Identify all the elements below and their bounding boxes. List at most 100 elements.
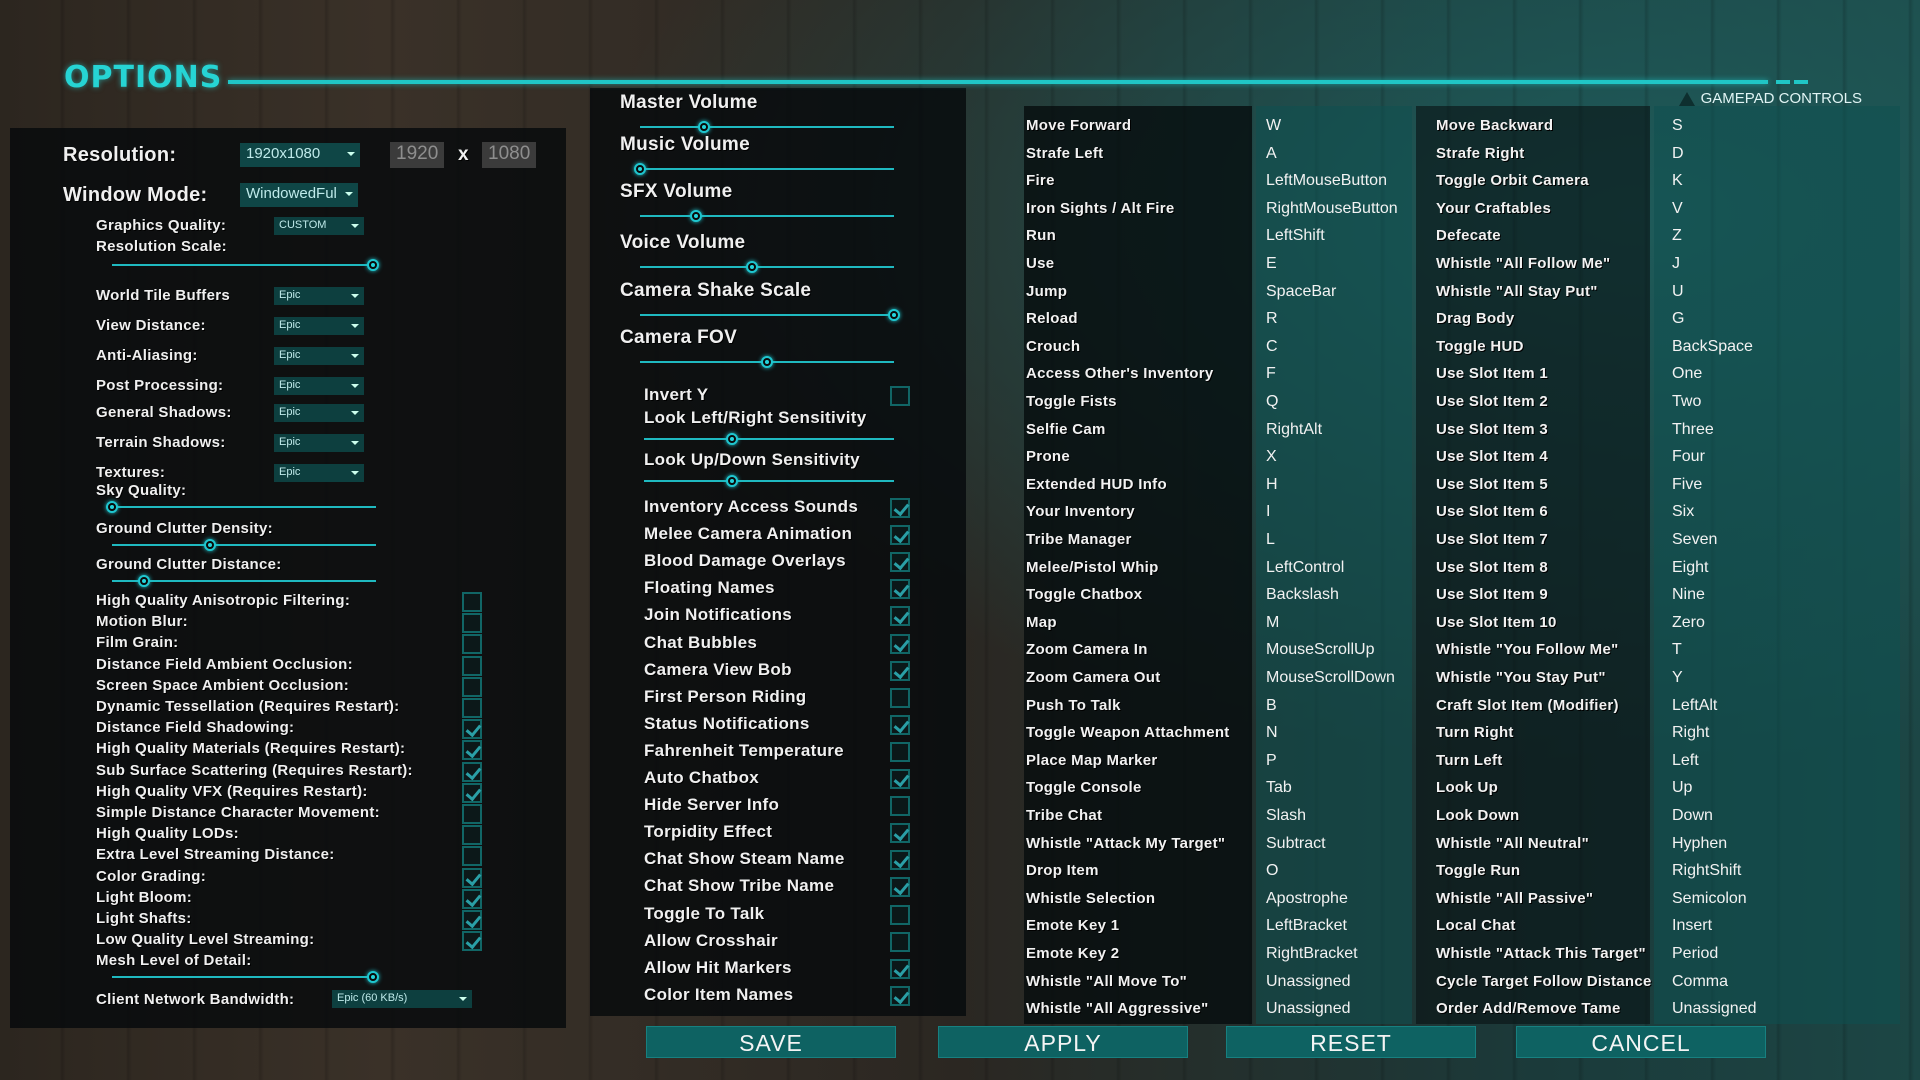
graphics-checkbox[interactable] (462, 910, 482, 930)
slider-knob[interactable] (888, 309, 900, 321)
keybind-key[interactable]: Four (1672, 448, 1705, 466)
keybind-key[interactable]: Period (1672, 945, 1718, 963)
keybind-key[interactable]: RightBracket (1266, 945, 1358, 963)
keybind-key[interactable]: Unassigned (1266, 1000, 1351, 1018)
graphics-checkbox[interactable] (462, 592, 482, 612)
keybind-key[interactable]: F (1266, 365, 1276, 383)
slider-knob[interactable] (137, 575, 150, 587)
keybind-key[interactable]: R (1266, 310, 1278, 328)
keybind-key[interactable]: Up (1672, 779, 1692, 797)
game-option-checkbox[interactable] (890, 931, 910, 952)
quality-setting-dropdown[interactable]: Epic (274, 287, 364, 305)
game-option-checkbox[interactable] (890, 985, 910, 1006)
graphics-checkbox[interactable] (462, 655, 482, 676)
game-option-checkbox[interactable] (890, 877, 910, 898)
keybind-key[interactable]: Slash (1266, 807, 1306, 825)
invert-y-checkbox[interactable] (890, 386, 910, 406)
keybind-key[interactable]: S (1672, 117, 1683, 135)
keybind-key[interactable]: RightShift (1672, 862, 1741, 880)
game-option-checkbox[interactable] (890, 958, 910, 979)
sensitivity-slider[interactable] (644, 433, 894, 445)
game-option-checkbox[interactable] (890, 904, 910, 925)
keybind-key[interactable]: LeftBracket (1266, 917, 1347, 935)
game-option-checkbox[interactable] (890, 552, 910, 573)
game-option-checkbox[interactable] (890, 714, 910, 735)
keybind-key[interactable]: Unassigned (1672, 1000, 1757, 1018)
audio-slider[interactable] (640, 210, 894, 222)
slider-knob[interactable] (725, 475, 738, 487)
graphics-checkbox[interactable] (462, 846, 482, 867)
game-option-checkbox[interactable] (890, 769, 910, 789)
game-option-checkbox[interactable] (890, 850, 910, 871)
resolution-dropdown[interactable]: 1920x1080 (240, 143, 360, 167)
keybind-key[interactable]: K (1672, 172, 1683, 190)
quality-setting-dropdown[interactable]: Epic (274, 434, 364, 452)
graphics-quality-dropdown[interactable]: CUSTOM (274, 217, 364, 235)
keybind-key[interactable]: Apostrophe (1266, 890, 1348, 908)
graphics-checkbox[interactable] (462, 804, 482, 824)
graphics-checkbox[interactable] (462, 931, 482, 952)
keybind-key[interactable]: Eight (1672, 559, 1708, 577)
quality-setting-dropdown[interactable]: Epic (274, 404, 364, 422)
keybind-key[interactable]: LeftControl (1266, 559, 1344, 577)
slider-knob[interactable] (761, 356, 773, 368)
keybind-key[interactable]: Two (1672, 393, 1701, 411)
quality-setting-dropdown[interactable]: Epic (274, 347, 364, 365)
keybind-key[interactable]: Tab (1266, 779, 1292, 797)
keybind-key[interactable]: Five (1672, 476, 1702, 494)
graphics-checkbox[interactable] (462, 867, 482, 888)
keybind-key[interactable]: L (1266, 531, 1275, 549)
save-button[interactable]: SAVE (646, 1026, 896, 1058)
keybind-key[interactable]: T (1672, 641, 1682, 659)
graphics-checkbox[interactable] (462, 613, 482, 634)
slider-knob[interactable] (725, 433, 738, 445)
game-option-checkbox[interactable] (890, 579, 910, 600)
slider-knob[interactable] (203, 539, 216, 551)
keybind-key[interactable]: C (1266, 338, 1278, 356)
apply-button[interactable]: APPLY (938, 1026, 1188, 1058)
game-option-checkbox[interactable] (890, 606, 910, 627)
keybind-key[interactable]: LeftAlt (1672, 697, 1717, 715)
gamepad-controls-tab[interactable]: GAMEPAD CONTROLS (1678, 90, 1862, 107)
resolution-width-field[interactable]: 1920 (390, 142, 445, 168)
graphics-slider[interactable] (112, 539, 376, 551)
quality-setting-dropdown[interactable]: Epic (274, 464, 364, 482)
game-option-checkbox[interactable] (890, 633, 910, 654)
quality-setting-dropdown[interactable]: Epic (274, 317, 364, 335)
keybind-key[interactable]: V (1672, 200, 1683, 218)
keybind-key[interactable]: X (1266, 448, 1277, 466)
keybind-key[interactable]: Left (1672, 752, 1699, 770)
audio-slider[interactable] (640, 309, 900, 321)
keybind-key[interactable]: Three (1672, 421, 1714, 439)
keybind-key[interactable]: W (1266, 117, 1281, 135)
keybind-key[interactable]: A (1266, 145, 1277, 163)
slider-knob[interactable] (634, 163, 646, 175)
keybind-key[interactable]: Q (1266, 393, 1278, 411)
keybind-key[interactable]: D (1672, 145, 1684, 163)
keybind-key[interactable]: SpaceBar (1266, 283, 1336, 301)
keybind-key[interactable]: Down (1672, 807, 1713, 825)
audio-slider[interactable] (640, 261, 894, 273)
game-option-checkbox[interactable] (890, 796, 910, 817)
keybind-key[interactable]: P (1266, 752, 1277, 770)
keybind-key[interactable]: H (1266, 476, 1278, 494)
keybind-key[interactable]: E (1266, 255, 1277, 273)
keybind-key[interactable]: Z (1672, 227, 1682, 245)
reset-button[interactable]: RESET (1226, 1026, 1476, 1058)
graphics-checkbox[interactable] (462, 719, 482, 740)
keybind-key[interactable]: MouseScrollUp (1266, 641, 1374, 659)
window-mode-dropdown[interactable]: WindowedFul (240, 183, 358, 207)
bandwidth-dropdown[interactable]: Epic (60 KB/s) (332, 990, 472, 1008)
keybind-key[interactable]: Subtract (1266, 835, 1326, 853)
graphics-checkbox[interactable] (462, 761, 482, 782)
keybind-key[interactable]: RightMouseButton (1266, 200, 1398, 218)
game-option-checkbox[interactable] (890, 823, 910, 844)
keybind-key[interactable]: Comma (1672, 973, 1728, 991)
graphics-checkbox[interactable] (462, 634, 482, 655)
keybind-key[interactable]: U (1672, 283, 1684, 301)
keybind-key[interactable]: LeftShift (1266, 227, 1325, 245)
slider-knob[interactable] (745, 261, 758, 273)
resolution-height-field[interactable]: 1080 (482, 142, 537, 168)
keybind-key[interactable]: B (1266, 697, 1277, 715)
game-option-checkbox[interactable] (890, 498, 910, 518)
